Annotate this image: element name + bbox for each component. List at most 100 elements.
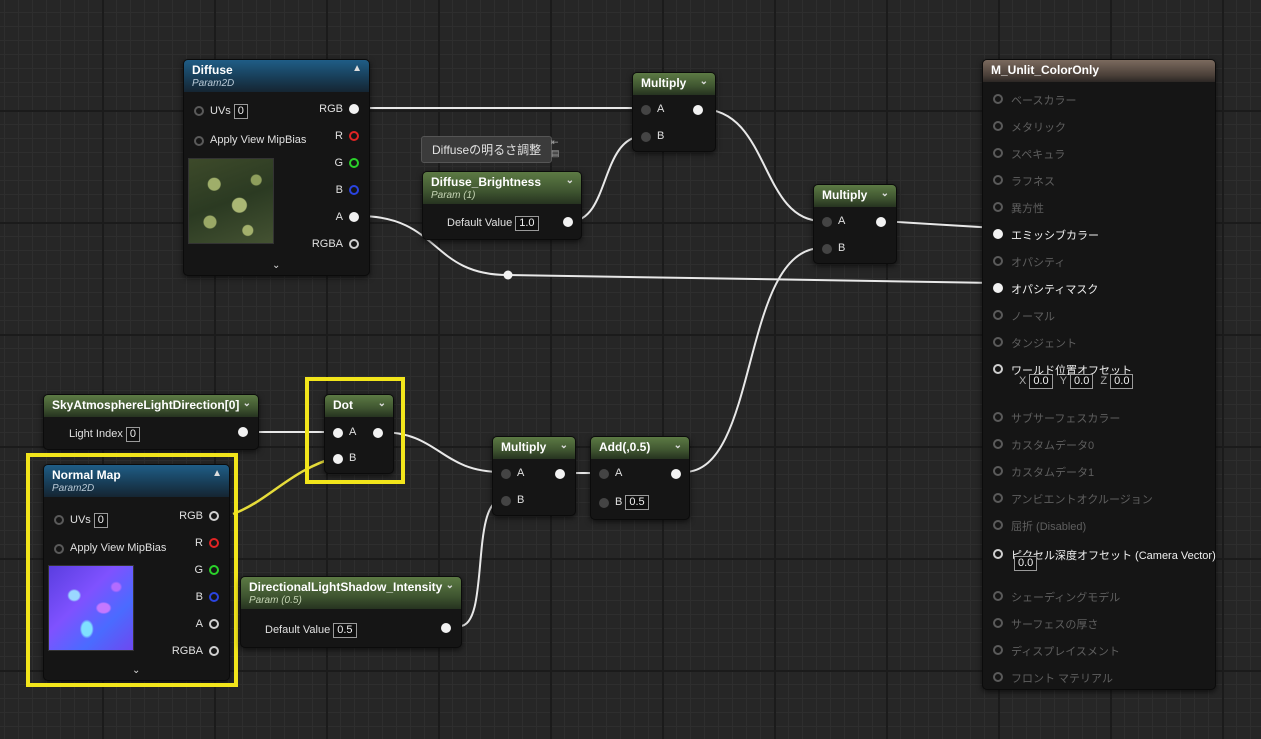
chevron-down-icon[interactable]: ⌄: [700, 76, 708, 87]
sky-node-header[interactable]: SkyAtmosphereLightDirection[0] ⌄: [44, 395, 258, 417]
input-b-pin[interactable]: [822, 244, 832, 254]
output-pin[interactable]: [373, 428, 383, 438]
shadow-node-header[interactable]: DirectionalLightShadow_Intensity Param (…: [241, 577, 461, 609]
multiply-node-top[interactable]: Multiply ⌄ A B: [632, 72, 716, 152]
chevron-down-icon[interactable]: ⌄: [243, 398, 251, 409]
material-input-pin[interactable]: [993, 310, 1003, 320]
chevron-down-icon[interactable]: ⌄: [674, 440, 682, 451]
add-node[interactable]: Add(,0.5) ⌄ A B 0.5: [590, 436, 690, 520]
default-value-field[interactable]: 0.5: [333, 623, 357, 638]
uvs-value-field[interactable]: 0: [93, 513, 108, 528]
input-a-pin[interactable]: [333, 428, 343, 438]
output-pin[interactable]: [693, 105, 703, 115]
material-input-pin[interactable]: [993, 439, 1003, 449]
normal-map-node[interactable]: Normal Map Param2D ▲ UVs 0 Apply View Mip…: [43, 464, 230, 681]
material-input-pin[interactable]: [993, 148, 1003, 158]
material-input-pin[interactable]: [993, 94, 1003, 104]
expand-icon[interactable]: ⌄: [272, 260, 280, 271]
collapse-icon[interactable]: ▲: [352, 63, 362, 74]
mipbias-input-pin[interactable]: [194, 136, 204, 146]
expand-icon[interactable]: ⌄: [132, 665, 140, 676]
dot-node[interactable]: Dot ⌄ A B: [324, 394, 394, 474]
chevron-down-icon[interactable]: ⌄: [378, 398, 386, 409]
material-input-pin[interactable]: [993, 493, 1003, 503]
output-g-pin[interactable]: [209, 565, 219, 575]
material-result-node[interactable]: M_Unlit_ColorOnly ベースカラー メタリック スペキュラ ラフネス 異方…: [982, 59, 1216, 690]
brightness-param-node[interactable]: Diffuse_Brightness Param (1) ⌄ Default V…: [422, 171, 582, 240]
material-input-pin[interactable]: [993, 175, 1003, 185]
input-b-pin[interactable]: [641, 132, 651, 142]
input-b-value-field[interactable]: 0.5: [625, 495, 649, 510]
material-input-pin[interactable]: [993, 121, 1003, 131]
wpo-z-field[interactable]: 0.0: [1110, 374, 1134, 389]
comment-pin-icon[interactable]: ⇤ ▤: [551, 137, 560, 159]
material-input-pin[interactable]: [993, 591, 1003, 601]
comment-bubble[interactable]: Diffuseの明るさ調整: [421, 136, 553, 163]
output-r-pin[interactable]: [349, 131, 359, 141]
material-input-pin[interactable]: [993, 645, 1003, 655]
material-input-pin[interactable]: [993, 466, 1003, 476]
input-b-pin[interactable]: [599, 498, 609, 508]
input-a-pin[interactable]: [501, 469, 511, 479]
wpo-x-field[interactable]: 0.0: [1029, 374, 1053, 389]
default-value-field[interactable]: 1.0: [515, 216, 539, 231]
material-input-pin[interactable]: [993, 364, 1003, 374]
output-pin[interactable]: [876, 217, 886, 227]
shadow-intensity-param-node[interactable]: DirectionalLightShadow_Intensity Param (…: [240, 576, 462, 648]
multiply-mid-header[interactable]: Multiply ⌄: [814, 185, 896, 207]
multiply-top-header[interactable]: Multiply ⌄: [633, 73, 715, 95]
output-rgb-pin[interactable]: [349, 104, 359, 114]
material-input-pin[interactable]: [993, 202, 1003, 212]
normal-map-header[interactable]: Normal Map Param2D ▲: [44, 465, 229, 497]
output-rgba-pin[interactable]: [209, 646, 219, 656]
chevron-down-icon[interactable]: ⌄: [566, 175, 574, 186]
light-index-field[interactable]: 0: [125, 427, 140, 442]
chevron-down-icon[interactable]: ⌄: [560, 440, 568, 451]
output-g-pin[interactable]: [349, 158, 359, 168]
input-b-pin[interactable]: [333, 454, 343, 464]
chevron-down-icon[interactable]: ⌄: [881, 188, 889, 199]
multiply-node-low[interactable]: Multiply ⌄ A B: [492, 436, 576, 516]
multiply-node-mid[interactable]: Multiply ⌄ A B: [813, 184, 897, 264]
material-input-pin[interactable]: [993, 256, 1003, 266]
material-node-header[interactable]: M_Unlit_ColorOnly: [983, 60, 1215, 82]
output-a-pin[interactable]: [209, 619, 219, 629]
mipbias-input-pin[interactable]: [54, 544, 64, 554]
output-pin[interactable]: [671, 469, 681, 479]
material-input-pin[interactable]: [993, 412, 1003, 422]
output-pin[interactable]: [563, 217, 573, 227]
sky-light-direction-node[interactable]: SkyAtmosphereLightDirection[0] ⌄ Light I…: [43, 394, 259, 450]
input-a-pin[interactable]: [599, 469, 609, 479]
output-r-pin[interactable]: [209, 538, 219, 548]
output-rgba-pin[interactable]: [349, 239, 359, 249]
output-rgb-pin[interactable]: [209, 511, 219, 521]
uvs-input-pin[interactable]: [54, 515, 64, 525]
chevron-down-icon[interactable]: ⌄: [446, 580, 454, 591]
pdo-value-field[interactable]: 0.0: [1014, 556, 1038, 571]
add-node-header[interactable]: Add(,0.5) ⌄: [591, 437, 689, 459]
output-b-pin[interactable]: [209, 592, 219, 602]
material-input-pin[interactable]: [993, 672, 1003, 682]
output-pin[interactable]: [555, 469, 565, 479]
input-a-pin[interactable]: [822, 217, 832, 227]
material-input-pin[interactable]: [993, 229, 1003, 239]
diffuse-texture-node[interactable]: Diffuse Param2D ▲ UVs 0 Apply View MipBia…: [183, 59, 370, 276]
input-a-pin[interactable]: [641, 105, 651, 115]
dot-node-header[interactable]: Dot ⌄: [325, 395, 393, 417]
material-input-pin[interactable]: [993, 337, 1003, 347]
input-b-pin[interactable]: [501, 496, 511, 506]
material-input-pin[interactable]: [993, 283, 1003, 293]
uvs-input-pin[interactable]: [194, 106, 204, 116]
material-input-pin[interactable]: [993, 549, 1003, 559]
output-b-pin[interactable]: [349, 185, 359, 195]
output-a-pin[interactable]: [349, 212, 359, 222]
brightness-node-header[interactable]: Diffuse_Brightness Param (1) ⌄: [423, 172, 581, 204]
uvs-value-field[interactable]: 0: [233, 104, 248, 119]
diffuse-node-header[interactable]: Diffuse Param2D ▲: [184, 60, 369, 92]
collapse-icon[interactable]: ▲: [212, 468, 222, 479]
output-pin[interactable]: [441, 623, 451, 633]
material-input-pin[interactable]: [993, 520, 1003, 530]
wpo-y-field[interactable]: 0.0: [1070, 374, 1094, 389]
multiply-low-header[interactable]: Multiply ⌄: [493, 437, 575, 459]
material-input-pin[interactable]: [993, 618, 1003, 628]
